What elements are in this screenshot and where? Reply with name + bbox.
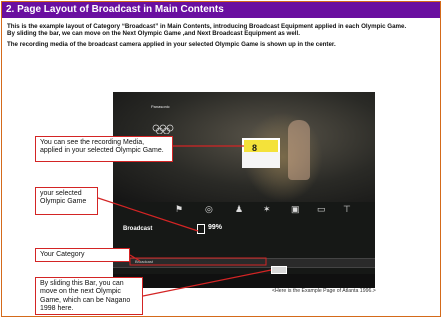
recording-media-base xyxy=(242,152,280,168)
athlete-figure xyxy=(288,120,310,180)
brand-name: Panasonic xyxy=(151,104,170,109)
category-bar-label: Broadcast xyxy=(135,259,154,264)
percent-box-icon xyxy=(197,224,205,234)
example-page-screenshot: Panasonic 8 ⚑ ◎ ♟ ✶ ▣ ▭ ⊤ Broadcast 99% … xyxy=(113,92,375,288)
camera-icon: ▣ xyxy=(291,204,300,214)
timeline-bar[interactable] xyxy=(113,274,375,288)
broadcast-title: Broadcast xyxy=(123,226,153,232)
callout-selected-game: your selected Olympic Game xyxy=(35,187,98,215)
percent-value: 99% xyxy=(208,224,223,231)
flag-icon: ⚑ xyxy=(175,204,184,214)
globe-icon: ◎ xyxy=(205,204,213,214)
intro-line-2: By sliding the bar, we can move on the N… xyxy=(7,30,300,38)
media-number: 8 xyxy=(252,143,258,153)
section-header: 2. Page Layout of Broadcast in Main Cont… xyxy=(2,2,440,18)
monitor-icon: ▭ xyxy=(317,204,326,214)
example-page-note: <Here is the Example Page of Atlanta 199… xyxy=(272,288,376,294)
callout-category: Your Category xyxy=(35,248,130,262)
game-slider-handle[interactable] xyxy=(271,266,287,274)
equipment-icon-row: ⚑ ◎ ♟ ✶ ▣ ▭ ⊤ xyxy=(113,204,375,218)
athlete-icon: ✶ xyxy=(263,204,271,214)
tower-icon: ⊤ xyxy=(343,204,351,214)
callout-recording-media: You can see the recording Media, applied… xyxy=(35,136,173,162)
intro-text: This is the example layout of Category “… xyxy=(7,23,437,48)
olympic-logo: Panasonic xyxy=(151,104,170,109)
people-icon: ♟ xyxy=(235,204,244,214)
intro-line-3: The recording media of the broadcast cam… xyxy=(7,40,336,48)
olympic-rings-icon xyxy=(152,124,174,134)
intro-line-1: This is the example layout of Category “… xyxy=(7,23,407,30)
callout-slider: By sliding this Bar, you can move on the… xyxy=(35,277,143,315)
